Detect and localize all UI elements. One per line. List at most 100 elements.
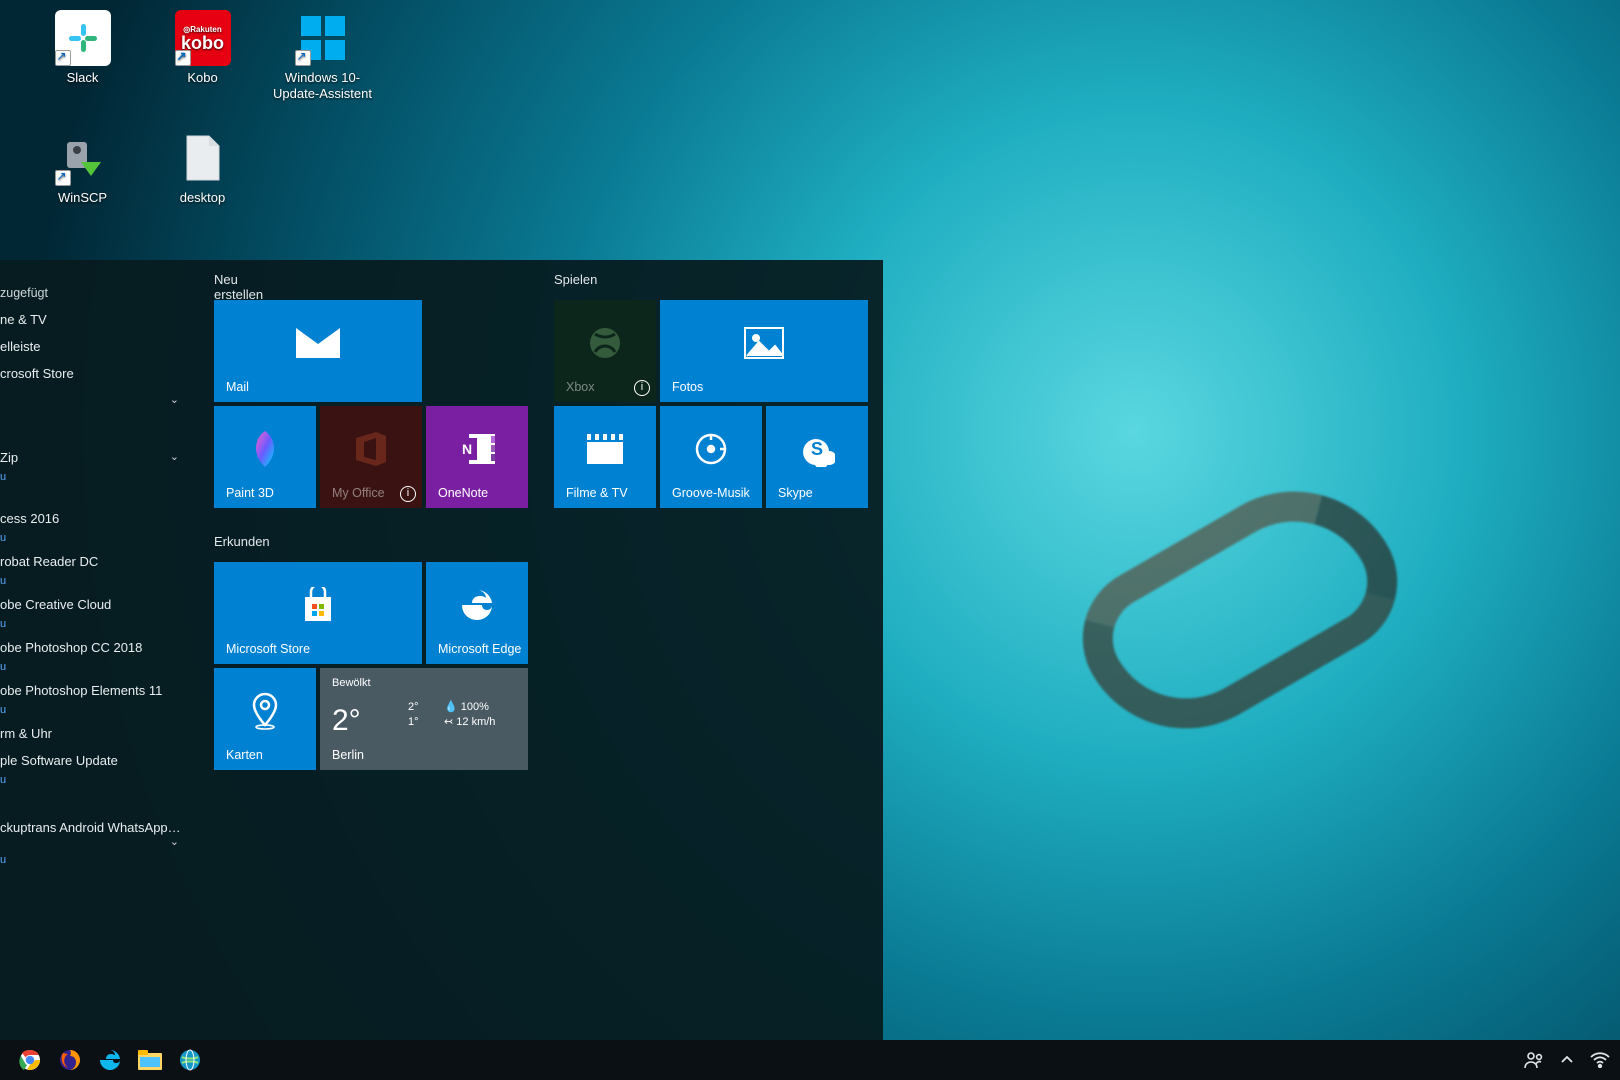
applist-item[interactable]: crosoft Store: [0, 360, 195, 387]
applist-subtext: u: [0, 532, 195, 548]
edge-icon: [460, 588, 494, 622]
globe-icon: [179, 1049, 201, 1071]
tile-skype[interactable]: S Skype: [766, 406, 868, 508]
tile-mail[interactable]: Mail: [214, 300, 422, 402]
chevron-down-icon: ⌄: [170, 835, 179, 848]
desktop-icon-label: WinSCP: [30, 190, 135, 206]
chevron-down-icon: ⌄: [170, 450, 179, 463]
tile-label: Xbox: [566, 380, 595, 394]
applist-subtext: u: [0, 471, 195, 487]
applist-item[interactable]: elleiste: [0, 333, 195, 360]
tile-group-header-create[interactable]: Neu erstellen: [214, 272, 263, 302]
desktop-icon-winscp[interactable]: WinSCP: [30, 130, 135, 206]
info-badge-icon: i: [400, 486, 416, 502]
tile-label: Groove-Musik: [672, 486, 750, 500]
tile-myoffice[interactable]: My Office i: [320, 406, 422, 508]
people-icon[interactable]: [1524, 1051, 1544, 1069]
tile-label: Filme & TV: [566, 486, 628, 500]
tile-label: Paint 3D: [226, 486, 274, 500]
taskbar-app[interactable]: [176, 1046, 204, 1074]
xbox-icon: [588, 326, 622, 360]
taskbar-firefox[interactable]: [56, 1046, 84, 1074]
applist-subtext: u: [0, 704, 195, 720]
desktop-icon-kobo[interactable]: ◎Rakuten kobo Kobo: [150, 10, 255, 86]
applist-item[interactable]: obe Photoshop Elements 11: [0, 677, 195, 704]
applist-subtext: u: [0, 774, 195, 790]
tile-group-header-explore[interactable]: Erkunden: [214, 534, 270, 549]
desktop-icon-file[interactable]: desktop: [150, 130, 255, 206]
taskbar-edge[interactable]: [96, 1046, 124, 1074]
tile-xbox[interactable]: Xbox i: [554, 300, 656, 402]
taskbar: [0, 1040, 1620, 1080]
applist-subtext: u: [0, 575, 195, 591]
applist-item[interactable]: rm & Uhr: [0, 720, 195, 747]
applist-item[interactable]: cess 2016: [0, 505, 195, 532]
tile-label: Microsoft Store: [226, 642, 310, 656]
store-icon: [299, 587, 337, 623]
applist-item[interactable]: obe Photoshop CC 2018: [0, 634, 195, 661]
applist-expander[interactable]: ⌄: [0, 387, 195, 412]
skype-icon: S: [799, 431, 835, 467]
firefox-icon: [59, 1049, 81, 1071]
tile-label: Microsoft Edge: [438, 642, 521, 656]
tile-groove[interactable]: Groove-Musik: [660, 406, 762, 508]
tile-paint3d[interactable]: Paint 3D: [214, 406, 316, 508]
shortcut-arrow-icon: [55, 170, 71, 186]
applist-item[interactable]: Zip⌄: [0, 444, 195, 471]
tile-label: OneNote: [438, 486, 488, 500]
weather-condition: Bewölkt: [332, 676, 371, 691]
chevron-down-icon: ⌄: [170, 393, 179, 406]
applist-item[interactable]: ckuptrans Android WhatsApp…⌄: [0, 814, 195, 854]
system-tray: [1524, 1040, 1610, 1080]
tile-filmetv[interactable]: Filme & TV: [554, 406, 656, 508]
wifi-icon[interactable]: [1590, 1052, 1610, 1068]
drop-icon: 💧: [444, 701, 458, 713]
applist-subtext: u: [0, 854, 195, 870]
office-icon: [356, 432, 386, 466]
paint3d-icon: [248, 429, 282, 469]
applist-item[interactable]: obe Creative Cloud: [0, 591, 195, 618]
applist-item[interactable]: robat Reader DC: [0, 548, 195, 575]
slack-icon: [67, 22, 99, 54]
maps-icon: [250, 692, 280, 730]
desktop-icon-label: Slack: [30, 70, 135, 86]
weather-wind: 12 km/h: [456, 716, 495, 728]
tile-label: Mail: [226, 380, 249, 394]
shortcut-arrow-icon: [295, 50, 311, 66]
weather-city: Berlin: [332, 748, 364, 762]
weather-humidity: 100%: [461, 701, 489, 713]
applist-subtext: u: [0, 661, 195, 677]
tile-label: Skype: [778, 486, 813, 500]
applist-item[interactable]: zugefügt: [0, 270, 195, 306]
tile-karten[interactable]: Karten: [214, 668, 316, 770]
desktop-icon-winupdate[interactable]: Windows 10-Update-Assistent: [270, 10, 375, 103]
tile-label: My Office: [332, 486, 385, 500]
tile-label: Fotos: [672, 380, 703, 394]
svg-text:N: N: [462, 441, 472, 457]
weather-high: 2°: [408, 701, 419, 713]
wind-icon: ↢: [444, 716, 453, 728]
onenote-icon: N: [457, 432, 497, 466]
chevron-up-icon[interactable]: [1560, 1053, 1574, 1067]
desktop-icon-label: desktop: [150, 190, 255, 206]
applist-item[interactable]: ne & TV: [0, 306, 195, 333]
taskbar-explorer[interactable]: [136, 1046, 164, 1074]
shortcut-arrow-icon: [55, 50, 71, 66]
chrome-icon: [19, 1049, 41, 1071]
desktop-icon-label: Kobo: [150, 70, 255, 86]
photos-icon: [743, 326, 785, 360]
desktop-icon-slack[interactable]: Slack: [30, 10, 135, 86]
file-explorer-icon: [138, 1050, 162, 1070]
groove-icon: [694, 432, 728, 466]
desktop-icon-label: Windows 10-Update-Assistent: [270, 70, 375, 103]
tile-fotos[interactable]: Fotos: [660, 300, 868, 402]
taskbar-chrome[interactable]: [16, 1046, 44, 1074]
tile-edge[interactable]: Microsoft Edge: [426, 562, 528, 664]
tile-group-header-play[interactable]: Spielen: [554, 272, 597, 287]
tile-onenote[interactable]: N OneNote: [426, 406, 528, 508]
applist-item[interactable]: ple Software Update: [0, 747, 195, 774]
weather-low: 1°: [408, 716, 419, 728]
tile-weather[interactable]: Bewölkt 2° 2° 1° 💧 100% ↢ 12 km/h Berlin: [320, 668, 528, 770]
tile-store[interactable]: Microsoft Store: [214, 562, 422, 664]
start-applist[interactable]: zugefügt ne & TV elleiste crosoft Store …: [0, 260, 195, 1040]
